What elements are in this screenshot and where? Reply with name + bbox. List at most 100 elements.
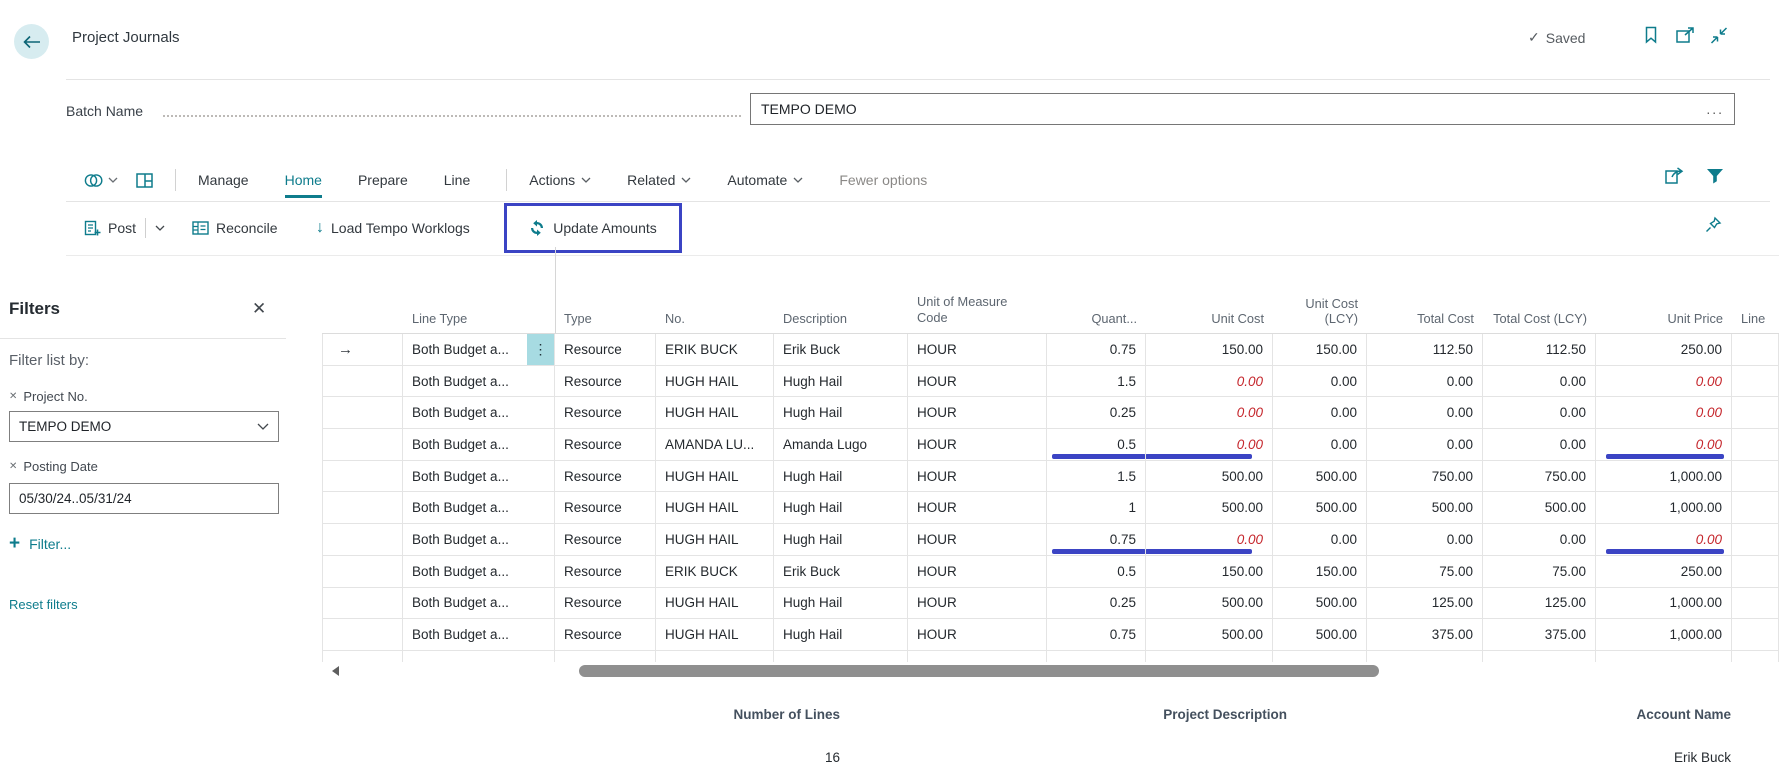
cell-line-type[interactable]: Both Budget a... [403, 556, 555, 588]
fewer-options[interactable]: Fewer options [839, 160, 927, 200]
cell-quantity[interactable]: 0.5 [1047, 556, 1146, 588]
cell-total-cost[interactable]: 500.00 [1367, 492, 1483, 524]
cell-total-cost-lcy[interactable]: 112.50 [1483, 334, 1596, 366]
cell-line[interactable] [1732, 461, 1779, 493]
cell-description[interactable]: Hugh Hail [774, 366, 908, 398]
cell-line[interactable] [1732, 334, 1779, 366]
cell-description[interactable]: Hugh Hail [774, 588, 908, 620]
pin-icon[interactable] [1702, 215, 1724, 235]
cell-type[interactable]: Resource [555, 556, 656, 588]
cell-unit-cost[interactable]: 150.00 [1146, 556, 1273, 588]
row-selector-cell[interactable] [322, 524, 403, 556]
cell-quantity[interactable]: 1.5 [1047, 366, 1146, 398]
cell-uom[interactable]: HOUR [908, 619, 1047, 651]
share-icon[interactable] [1664, 166, 1686, 186]
tab-line[interactable]: Line [444, 160, 470, 200]
cell-total-cost[interactable]: 75.00 [1367, 556, 1483, 588]
cell-unit-price[interactable]: 1,000.00 [1596, 461, 1732, 493]
column-header-unit-price[interactable]: Unit Price [1596, 283, 1732, 333]
cell-total-cost[interactable]: 112.50 [1367, 334, 1483, 366]
chevron-down-icon[interactable] [155, 225, 165, 231]
column-header-type[interactable]: Type [555, 283, 656, 333]
cell-type[interactable]: Resource [555, 524, 656, 556]
cell-unit-price[interactable]: 0.00 [1596, 524, 1732, 556]
cell-type[interactable]: Resource [555, 334, 656, 366]
cell-unit-cost-lcy[interactable]: 0.00 [1273, 429, 1367, 461]
column-header-total-cost[interactable]: Total Cost [1367, 283, 1483, 333]
column-header-selector[interactable] [322, 283, 403, 333]
cell-total-cost-lcy[interactable]: 0.00 [1483, 366, 1596, 398]
cell-line-type[interactable]: Both Budget a... [403, 492, 555, 524]
row-selector-cell[interactable] [322, 461, 403, 493]
cell-type[interactable]: Resource [555, 588, 656, 620]
cell-unit-cost[interactable]: 500.00 [1146, 619, 1273, 651]
cell-description[interactable]: Amanda Lugo [774, 429, 908, 461]
cell-uom[interactable]: HOUR [908, 524, 1047, 556]
cell-unit-cost-lcy[interactable]: 500.00 [1273, 588, 1367, 620]
row-selector-cell[interactable] [322, 397, 403, 429]
cell-unit-price[interactable]: 1,000.00 [1596, 588, 1732, 620]
cell-no[interactable]: HUGH HAIL [656, 619, 774, 651]
cell-type[interactable]: Resource [555, 619, 656, 651]
cell-no[interactable]: HUGH HAIL [656, 524, 774, 556]
cell-description[interactable]: Hugh Hail [774, 524, 908, 556]
cell-no[interactable]: ERIK BUCK [656, 334, 774, 366]
table-row[interactable]: Both Budget a...ResourceHUGH HAILHugh Ha… [322, 366, 1779, 398]
row-selector-cell[interactable] [322, 429, 403, 461]
cell-description[interactable]: Hugh Hail [774, 397, 908, 429]
cell-uom[interactable]: HOUR [908, 397, 1047, 429]
column-header-no[interactable]: No. [656, 283, 774, 333]
cell-unit-price[interactable]: 0.00 [1596, 429, 1732, 461]
row-selector-cell[interactable] [322, 366, 403, 398]
cell-total-cost[interactable]: 0.00 [1367, 397, 1483, 429]
bookmark-icon[interactable] [1640, 25, 1662, 45]
post-button[interactable]: Post [84, 214, 165, 242]
cell-quantity[interactable]: 1 [1047, 492, 1146, 524]
tab-home[interactable]: Home [285, 160, 322, 200]
cell-no[interactable]: HUGH HAIL [656, 588, 774, 620]
cell-line[interactable] [1732, 397, 1779, 429]
posting-date-filter-input[interactable]: 05/30/24..05/31/24 [9, 483, 279, 514]
column-header-line[interactable]: Line [1732, 283, 1779, 333]
cell-total-cost[interactable]: 750.00 [1367, 461, 1483, 493]
table-row[interactable]: Both Budget a...ResourceHUGH HAILHugh Ha… [322, 588, 1779, 620]
cell-quantity[interactable]: 0.25 [1047, 588, 1146, 620]
cell-description[interactable]: Hugh Hail [774, 492, 908, 524]
cell-quantity[interactable]: 0.5 [1047, 429, 1146, 461]
cell-total-cost[interactable]: 0.00 [1367, 366, 1483, 398]
cell-no[interactable]: ERIK BUCK [656, 556, 774, 588]
column-header-total-cost-lcy[interactable]: Total Cost (LCY) [1483, 283, 1596, 333]
close-icon[interactable]: ✕ [252, 299, 266, 319]
row-selector-cell[interactable] [322, 492, 403, 524]
scrollbar-left-icon[interactable] [332, 666, 339, 676]
cell-unit-cost[interactable]: 500.00 [1146, 588, 1273, 620]
cell-type[interactable]: Resource [555, 461, 656, 493]
cell-line-type[interactable]: Both Budget a... [403, 397, 555, 429]
cell-total-cost-lcy[interactable]: 750.00 [1483, 461, 1596, 493]
cell-uom[interactable]: HOUR [908, 492, 1047, 524]
row-selector-cell[interactable] [322, 619, 403, 651]
column-header-unit-cost-lcy[interactable]: Unit Cost (LCY) [1273, 283, 1367, 333]
cell-line-type[interactable]: Both Budget a...⋮ [403, 334, 555, 366]
cell-description[interactable]: Hugh Hail [774, 619, 908, 651]
cell-total-cost-lcy[interactable]: 375.00 [1483, 619, 1596, 651]
cell-no[interactable]: HUGH HAIL [656, 461, 774, 493]
cell-line[interactable] [1732, 429, 1779, 461]
table-row[interactable]: Both Budget a...ResourceHUGH HAILHugh Ha… [322, 461, 1779, 493]
table-row[interactable]: Both Budget a...ResourceHUGH HAILHugh Ha… [322, 397, 1779, 429]
reset-filters-link[interactable]: Reset filters [9, 597, 78, 612]
cell-unit-cost-lcy[interactable]: 150.00 [1273, 334, 1367, 366]
cell-unit-cost-lcy[interactable]: 0.00 [1273, 366, 1367, 398]
cell-unit-price[interactable]: 250.00 [1596, 556, 1732, 588]
cell-total-cost[interactable]: 375.00 [1367, 619, 1483, 651]
collapse-icon[interactable] [1708, 25, 1730, 45]
board-view-icon[interactable] [136, 172, 153, 189]
cell-unit-cost[interactable]: 150.00 [1146, 334, 1273, 366]
cell-line-type[interactable]: Both Budget a... [403, 619, 555, 651]
cell-no[interactable]: AMANDA LU... [656, 429, 774, 461]
cell-unit-cost[interactable]: 0.00 [1146, 397, 1273, 429]
cell-type[interactable]: Resource [555, 397, 656, 429]
remove-filter-icon[interactable]: ✕ [9, 461, 17, 472]
cell-uom[interactable]: HOUR [908, 588, 1047, 620]
cell-unit-price[interactable]: 250.00 [1596, 334, 1732, 366]
